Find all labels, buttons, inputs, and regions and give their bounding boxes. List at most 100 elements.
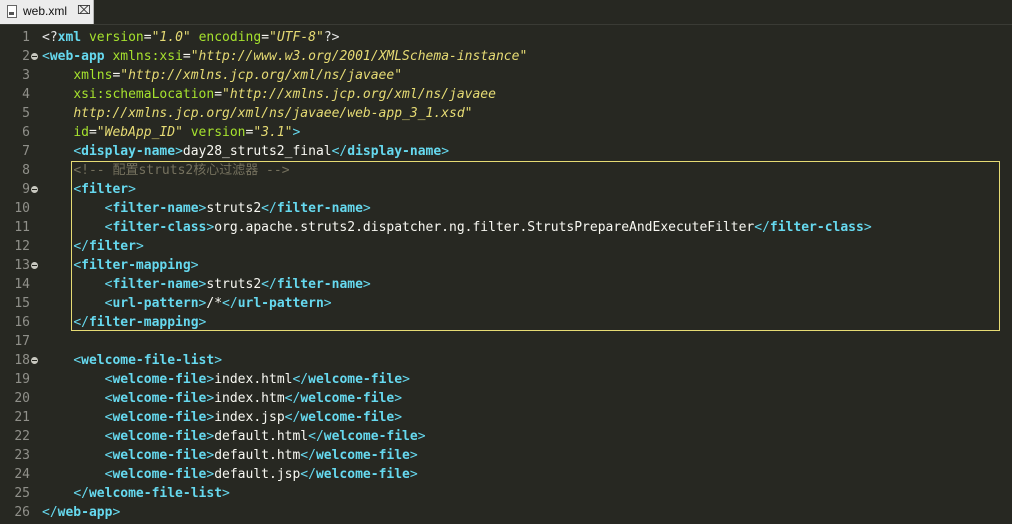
text-content: index.htm: [214, 391, 285, 406]
code-line[interactable]: <filter-name>struts2</filter-name>: [42, 275, 371, 294]
fold-toggle-icon[interactable]: [31, 53, 38, 60]
line-number: 23: [14, 448, 30, 463]
tag-name: welcome-file: [308, 372, 403, 387]
code-line[interactable]: </web-app>: [42, 503, 120, 522]
tag-name: welcome-file: [323, 429, 418, 444]
tag-bracket: >: [402, 372, 410, 387]
attribute-value: "http://xmlns.jcp.org/xml/ns/javaee: [222, 87, 496, 102]
code-line[interactable]: <web-app xmlns:xsi="http://www.w3.org/20…: [42, 47, 527, 66]
line-number: 16: [14, 315, 30, 330]
line-number-gutter: 1 2 3 4 5 6 7 8 9 10 11 12 13 14 15 16 17 18 19 20 21 22 23 24 2…: [0, 26, 40, 524]
code-line[interactable]: <?xml version="1.0" encoding="UTF-8"?>: [42, 28, 339, 47]
line-number: 11: [14, 220, 30, 235]
line-number: 5: [22, 106, 30, 121]
code-line[interactable]: <welcome-file>index.htm</welcome-file>: [42, 389, 402, 408]
code-line[interactable]: xmlns="http://xmlns.jcp.org/xml/ns/javae…: [42, 66, 402, 85]
line-number: 1: [22, 30, 30, 45]
tag-bracket: >: [362, 201, 371, 216]
text-content: default.jsp: [214, 467, 301, 482]
tag-name: web-app: [57, 505, 113, 520]
tag-name: display-name: [81, 144, 176, 159]
tag-bracket: >: [394, 391, 403, 406]
tag-bracket: </: [284, 410, 301, 425]
tag-name: filter-mapping: [88, 315, 199, 330]
equals-sign: =: [261, 30, 270, 45]
line-number: 13: [14, 258, 30, 273]
text-content: index.jsp: [214, 410, 285, 425]
xml-comment: <!-- 配置struts2核心过滤器 -->: [73, 163, 290, 178]
tag-bracket: >: [292, 125, 301, 140]
fold-toggle-icon[interactable]: [31, 186, 38, 193]
code-line[interactable]: <welcome-file>index.jsp</welcome-file>: [42, 408, 402, 427]
tag-name: filter-class: [112, 220, 207, 235]
tag-bracket: </: [300, 467, 316, 482]
code-line[interactable]: <filter-class>org.apache.struts2.dispatc…: [42, 218, 872, 237]
code-line[interactable]: id="WebApp_ID" version="3.1">: [42, 123, 300, 142]
code-line[interactable]: </filter>: [42, 237, 144, 256]
equals-sign: =: [88, 125, 97, 140]
text-content: default.htm: [214, 448, 301, 463]
xml-keyword: xml: [57, 30, 82, 45]
xml-declaration: ?>: [323, 30, 340, 45]
tag-bracket: >: [214, 353, 223, 368]
code-line[interactable]: <welcome-file>default.html</welcome-file…: [42, 427, 426, 446]
code-line[interactable]: <welcome-file>default.jsp</welcome-file>: [42, 465, 418, 484]
equals-sign: =: [143, 30, 152, 45]
code-line[interactable]: <filter-mapping>: [42, 256, 198, 275]
code-area[interactable]: <?xml version="1.0" encoding="UTF-8"?> <w…: [42, 26, 1012, 524]
attribute-name: id: [73, 125, 89, 140]
line-number: 20: [14, 391, 30, 406]
tag-name: welcome-file: [300, 410, 395, 425]
line-number: 22: [14, 429, 30, 444]
code-line[interactable]: </filter-mapping>: [42, 313, 206, 332]
code-line[interactable]: <welcome-file>default.htm</welcome-file>: [42, 446, 418, 465]
code-editor[interactable]: web.xml ⌧ 1 2 3 4 5 6 7 8 9 10 11 12 13 14 15 16 17 18 19 2…: [0, 0, 1012, 524]
tag-bracket: </: [292, 372, 309, 387]
code-line[interactable]: <!-- 配置struts2核心过滤器 -->: [42, 161, 290, 180]
code-line[interactable]: <welcome-file-list>: [42, 351, 222, 370]
tag-name: filter-class: [769, 220, 864, 235]
line-number: 7: [22, 144, 30, 159]
fold-toggle-icon[interactable]: [31, 262, 38, 269]
tab-label: web.xml: [23, 4, 68, 18]
tag-bracket: </: [308, 429, 324, 444]
text-content: index.html: [214, 372, 293, 387]
tag-name: welcome-file: [112, 429, 207, 444]
code-line[interactable]: <display-name>day28_struts2_final</displ…: [42, 142, 449, 161]
code-line[interactable]: <filter-name>struts2</filter-name>: [42, 199, 371, 218]
tag-bracket: <: [73, 182, 82, 197]
code-line[interactable]: <url-pattern>/*</url-pattern>: [42, 294, 332, 313]
close-icon[interactable]: ⌧: [77, 3, 91, 17]
code-line[interactable]: xsi:schemaLocation="http://xmlns.jcp.org…: [42, 85, 496, 104]
attribute-name: xmlns:xsi: [112, 49, 183, 64]
tag-bracket: </: [42, 505, 58, 520]
line-number: 4: [22, 87, 30, 102]
tag-bracket: </: [331, 144, 348, 159]
code-line[interactable]: <welcome-file>index.html</welcome-file>: [42, 370, 410, 389]
tag-bracket: </: [284, 391, 301, 406]
tag-bracket: </: [300, 448, 316, 463]
tab-web-xml[interactable]: web.xml ⌧: [0, 0, 94, 24]
code-line[interactable]: <filter>: [42, 180, 136, 199]
text-content: struts2: [206, 277, 262, 292]
code-line[interactable]: http://xmlns.jcp.org/xml/ns/javaee/web-a…: [42, 104, 472, 123]
line-number: 10: [14, 201, 30, 216]
fold-toggle-icon[interactable]: [31, 357, 38, 364]
tag-bracket: >: [409, 448, 418, 463]
code-line[interactable]: </welcome-file-list>: [42, 484, 230, 503]
text-content: /*: [206, 296, 223, 311]
attribute-value: "3.1": [253, 125, 293, 140]
tag-bracket: >: [323, 296, 332, 311]
tag-bracket: >: [135, 239, 144, 254]
